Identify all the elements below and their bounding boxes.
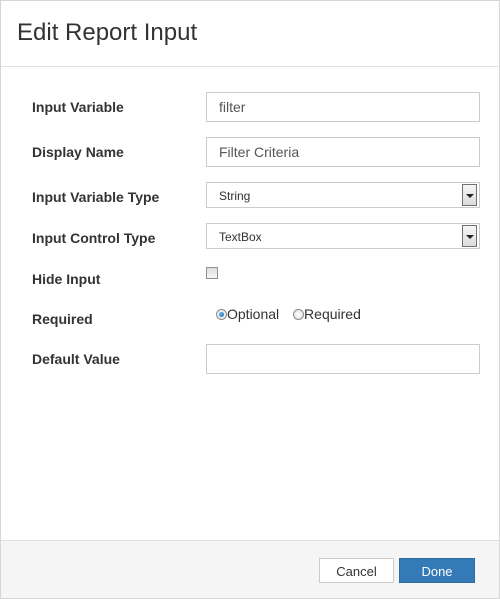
input-variable-label: Input Variable [32,99,124,115]
required-label: Required [32,311,93,327]
radio-optional-button[interactable] [216,309,227,320]
input-variable-field[interactable] [206,92,480,122]
display-name-field[interactable] [206,137,480,167]
dialog-title: Edit Report Input [17,19,198,46]
input-control-type-label: Input Control Type [32,230,156,246]
dialog-header: Edit Report Input [1,1,499,67]
cancel-button[interactable]: Cancel [319,558,394,583]
default-value-label: Default Value [32,351,120,367]
input-variable-type-value: String [219,189,251,203]
radio-required-button[interactable] [293,309,305,320]
default-value-field[interactable] [206,344,480,374]
input-variable-type-label: Input Variable Type [32,189,160,205]
chevron-down-icon[interactable] [462,225,477,247]
required-radio-group: Optional Required [216,306,371,322]
chevron-down-icon[interactable] [462,184,477,206]
edit-report-input-dialog: Edit Report Input Input Variable Display… [0,0,500,599]
input-variable-type-select[interactable]: String [206,182,480,208]
done-button[interactable]: Done [399,558,475,583]
radio-optional[interactable]: Optional [216,306,279,322]
radio-optional-label: Optional [227,306,280,322]
radio-required-label: Required [304,306,361,322]
display-name-label: Display Name [32,144,124,160]
input-control-type-value: TextBox [219,230,262,244]
dialog-footer: Cancel Done [1,540,499,598]
hide-input-checkbox[interactable] [206,267,218,279]
radio-required[interactable]: Required [293,306,361,322]
hide-input-label: Hide Input [32,271,101,287]
input-control-type-select[interactable]: TextBox [206,223,480,249]
